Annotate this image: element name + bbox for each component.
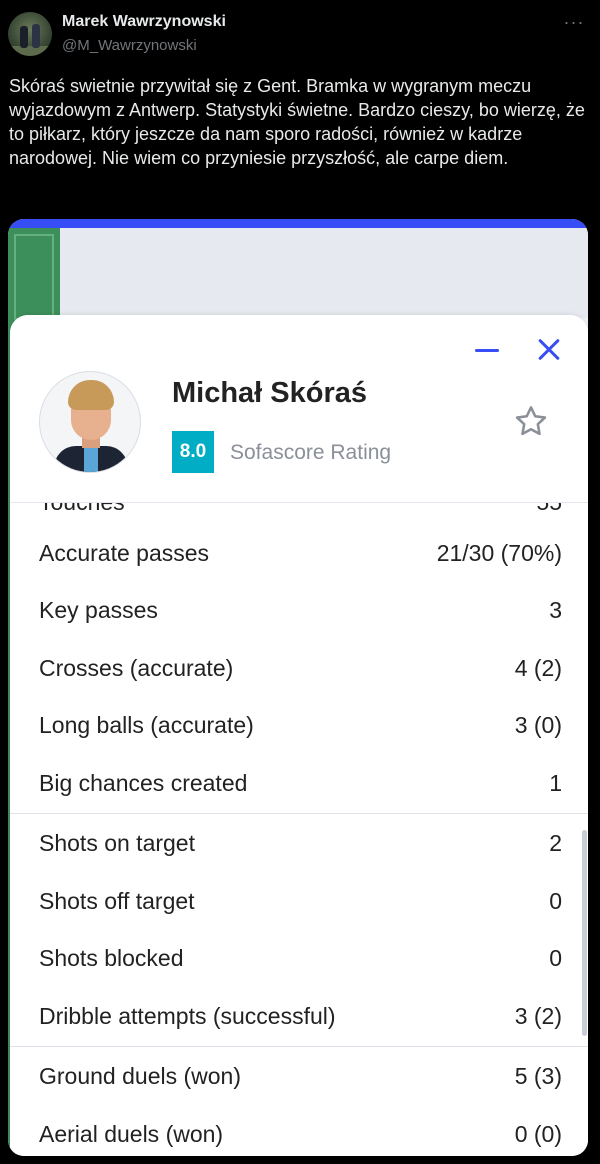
stat-row: Shots blocked 0 [10,931,588,988]
stat-row: Dribble attempts (successful) 3 (2) [10,989,588,1046]
stat-label: Shots off target [39,887,195,914]
avatar-figure [32,24,40,48]
stat-value: 0 (0) [514,1120,562,1147]
player-panel-header: Michał Skóraś 8.0 Sofascore Rating [10,315,588,503]
stat-value: 5 (3) [514,1063,562,1089]
player-shirt-stripe [84,446,98,472]
avatar-ground [8,46,52,56]
stat-value: 21/30 (70%) [436,540,562,566]
stat-row: Crosses (accurate) 4 (2) [10,641,588,698]
cutoff-stat-row: Touches 55 [10,503,588,525]
avatar-figure [20,26,28,48]
player-stats-panel: Michał Skóraś 8.0 Sofascore Rating Touch… [10,315,588,1156]
stat-label-cutoff: Touches [39,503,125,516]
stat-value-cutoff: 55 [536,503,562,516]
stat-row: Shots off target 0 [10,874,588,931]
stat-row: Long balls (accurate) 3 (0) [10,698,588,755]
tweet-text: Skóraś swietnie przywitał się z Gent. Br… [9,76,585,168]
rating-badge: 8.0 [172,431,214,473]
author-name[interactable]: Marek Wawrzynowski [62,13,226,31]
stats-divider [10,813,588,814]
stat-label: Accurate passes [39,540,210,566]
player-photo [39,371,141,473]
player-name: Michał Skóraś [172,377,368,409]
stat-value: 0 [549,945,562,971]
stat-label: Big chances created [39,769,248,796]
scrollbar[interactable] [582,830,587,1036]
stat-value: 2 [549,830,562,856]
media-background [60,228,588,318]
stat-row: Big chances created 1 [10,756,588,813]
stat-value: 3 (0) [514,712,562,739]
tweet-media-image[interactable]: Michał Skóraś 8.0 Sofascore Rating Touch… [8,219,588,1156]
star-icon[interactable] [512,403,550,441]
author-handle[interactable]: @M_Wawrzynowski [62,37,197,54]
stat-value: 3 (2) [514,1002,562,1029]
stat-row: Accurate passes 21/30 (70%) [10,526,588,583]
minimize-icon[interactable] [472,335,502,365]
stat-row: Key passes 3 [10,583,588,640]
stat-row: Aerial duels (won) 0 (0) [10,1107,588,1157]
stat-label: Crosses (accurate) [39,654,234,681]
stat-value: 0 [549,887,562,914]
stat-label: Ground duels (won) [39,1063,241,1089]
stat-value: 3 [549,597,562,624]
stat-row: Shots on target 2 [10,816,588,873]
stat-label: Shots blocked [39,945,184,971]
player-hair [68,380,114,410]
rating-label: Sofascore Rating [230,441,392,464]
stat-label: Long balls (accurate) [39,712,254,739]
stat-row: Ground duels (won) 5 (3) [10,1049,588,1106]
stat-label: Shots on target [39,830,195,856]
pitch-box [14,234,54,320]
close-icon[interactable] [534,335,564,365]
stat-label: Aerial duels (won) [39,1120,224,1147]
author-avatar[interactable] [8,12,52,56]
stat-value: 1 [549,769,562,796]
tweet-header: Marek Wawrzynowski @M_Wawrzynowski ··· [0,0,600,64]
stat-label: Dribble attempts (successful) [39,1002,336,1029]
stat-label: Key passes [39,597,158,624]
media-top-bar [8,219,588,228]
stats-divider [10,1046,588,1047]
more-dots-icon[interactable]: ··· [562,12,586,32]
stat-value: 4 (2) [514,654,562,681]
